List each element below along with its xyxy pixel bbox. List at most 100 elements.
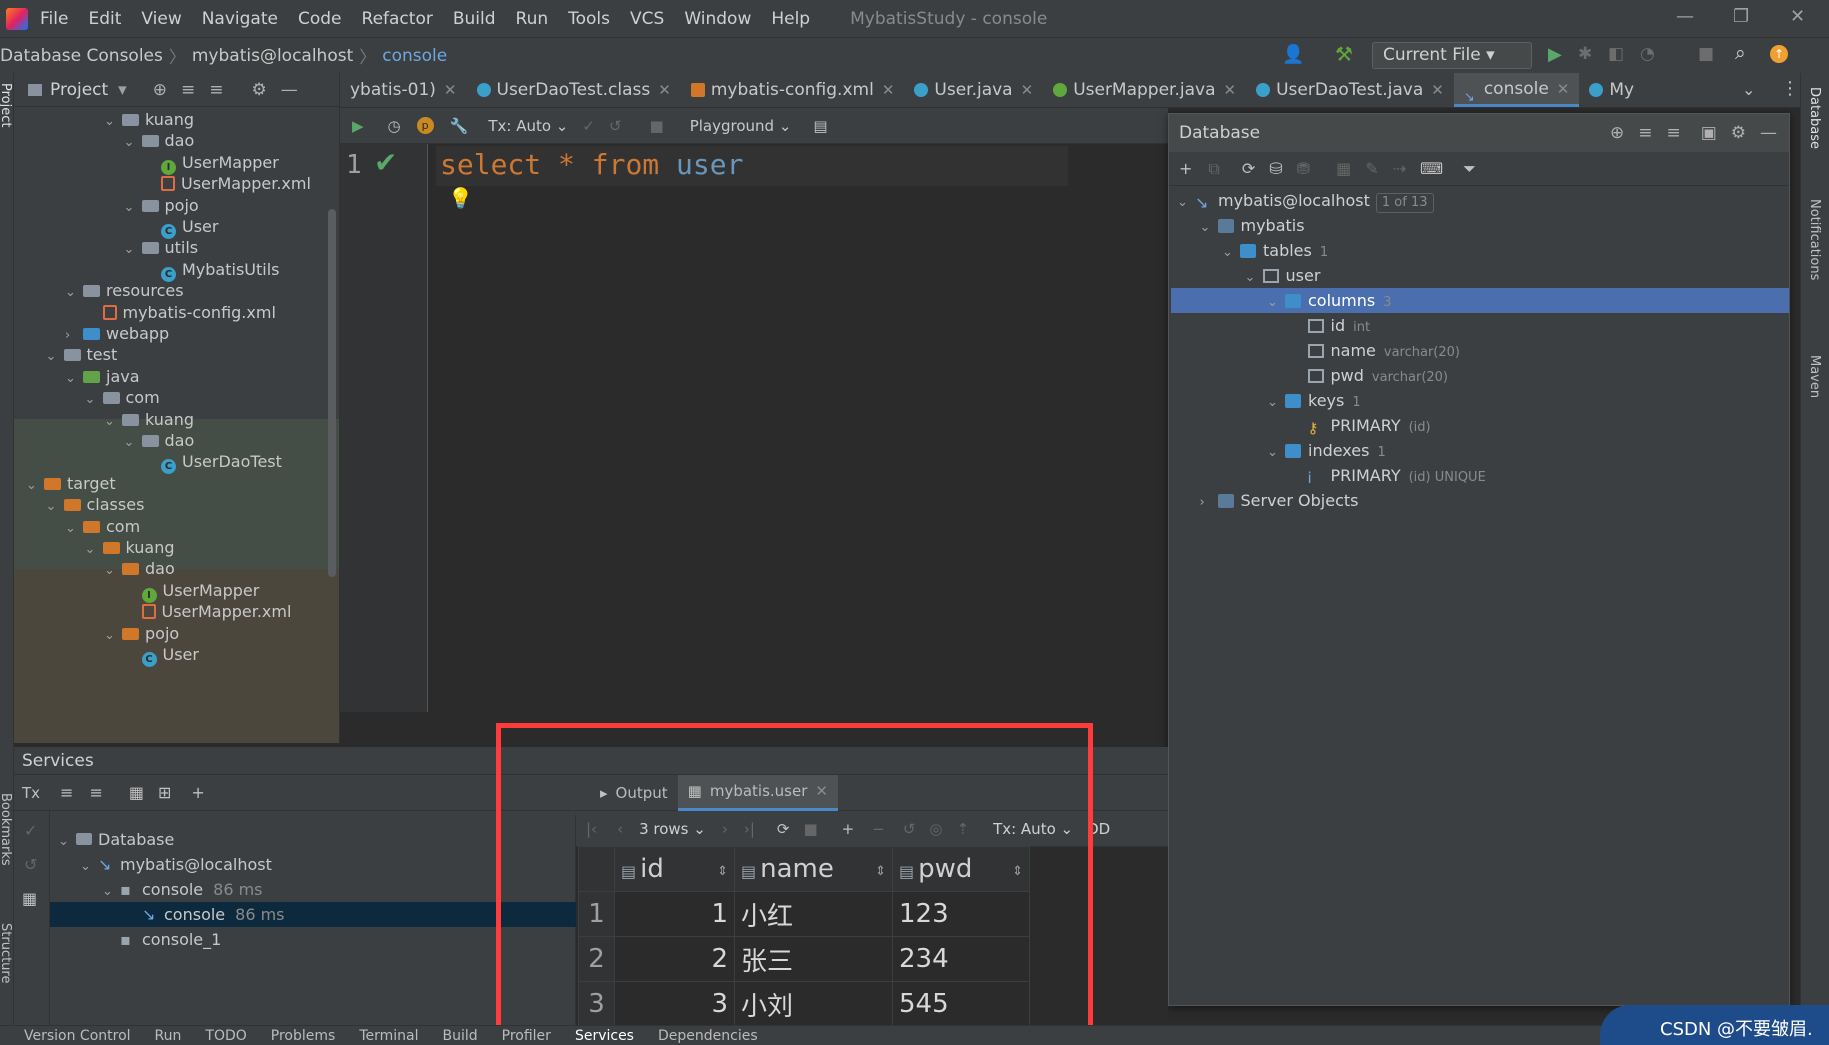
breadcrumb-datasource[interactable]: mybatis@localhost [192, 46, 353, 66]
debug-icon[interactable]: ✱ [1578, 44, 1592, 64]
menu-help[interactable]: Help [771, 9, 810, 29]
services-layout-icon[interactable]: ▦ [22, 889, 37, 908]
editor-tab[interactable]: mybatis-config.xml ✕ [681, 73, 905, 107]
chevron-icon[interactable]: ⌄ [124, 430, 142, 455]
db-locate-icon[interactable]: ⊕ [1610, 123, 1624, 143]
sql-editor[interactable]: 1 ✔ select * from user 💡 [340, 144, 1168, 712]
project-tool-label[interactable]: Project [0, 83, 13, 127]
chevron-icon[interactable]: › [1200, 490, 1218, 515]
services-group-icon[interactable]: ▦ [129, 783, 144, 802]
database-tree-item[interactable]: › Server Objects [1200, 488, 1359, 513]
database-tree-item[interactable]: id int [1290, 313, 1370, 338]
schemas-count-badge[interactable]: 1 of 13 [1375, 193, 1434, 213]
menu-code[interactable]: Code [298, 9, 342, 29]
expand-all-icon[interactable]: ≡ [181, 80, 195, 100]
chevron-icon[interactable]: ⌄ [80, 854, 98, 879]
collapse-all-icon[interactable]: ≡ [209, 80, 223, 100]
services-commit-icon[interactable]: ✓ [24, 821, 37, 840]
close-tab-icon[interactable]: ✕ [1431, 74, 1444, 106]
menu-file[interactable]: File [40, 9, 68, 29]
close-tab-icon[interactable]: ✕ [658, 74, 671, 106]
history-icon[interactable]: ◷ [388, 117, 401, 135]
close-tab-icon[interactable]: ✕ [1224, 74, 1237, 106]
chevron-icon[interactable]: ⌄ [104, 109, 122, 134]
sql-statement[interactable]: select * from user [440, 148, 743, 181]
database-tree-item[interactable]: i PRIMARY (id) UNIQUE [1290, 463, 1486, 488]
toolwindow-version-control[interactable]: Version Control [24, 1028, 131, 1044]
hide-panel-icon[interactable]: — [281, 80, 298, 100]
output-layout-icon[interactable]: ▤ [813, 117, 827, 135]
chevron-icon[interactable]: ⌄ [65, 280, 83, 305]
database-tree-item[interactable]: ⌄ mybatis [1200, 213, 1305, 238]
close-tab-icon[interactable]: ✕ [444, 74, 457, 106]
run-icon[interactable]: ▶ [1548, 44, 1562, 65]
chevron-icon[interactable]: ⌄ [1267, 390, 1285, 415]
chevron-icon[interactable]: ⌄ [65, 366, 83, 391]
db-hide-icon[interactable]: — [1760, 123, 1777, 143]
notifications-tool-label[interactable]: Notifications [1807, 199, 1822, 280]
menu-run[interactable]: Run [516, 9, 549, 29]
menu-vcs[interactable]: VCS [630, 9, 664, 29]
editor-tab[interactable]: ybatis-01) ✕ [340, 73, 467, 107]
db-filter-icon[interactable]: ⏷ [1463, 159, 1476, 179]
services-tree-item[interactable]: ▪ console_1 [102, 927, 221, 952]
breadcrumb-database-consoles[interactable]: Database Consoles [0, 46, 163, 66]
close-tab-icon[interactable]: ✕ [1021, 74, 1034, 106]
user-icon[interactable]: 👤 [1282, 44, 1304, 65]
services-tree-item[interactable]: ⌄ Database [58, 827, 174, 852]
menu-edit[interactable]: Edit [88, 9, 121, 29]
chevron-icon[interactable]: ⌄ [26, 473, 44, 498]
database-tree-item[interactable]: ⌄ keys 1 [1267, 388, 1361, 413]
chevron-icon[interactable]: ⌄ [124, 195, 142, 220]
build-hammer-icon[interactable]: ⚒ [1335, 42, 1353, 66]
menu-tools[interactable]: Tools [568, 9, 610, 29]
database-tree-item[interactable]: ⌄ tables 1 [1222, 238, 1328, 263]
project-tree-item[interactable]: C UserDaoTest [143, 449, 282, 475]
chevron-icon[interactable]: ⌄ [46, 494, 64, 519]
restore-icon[interactable]: ❐ [1733, 6, 1749, 27]
toolwindow-todo[interactable]: TODO [205, 1028, 246, 1044]
chevron-icon[interactable]: ⌄ [1200, 215, 1218, 240]
services-expand-icon[interactable]: ≡ [60, 783, 73, 802]
toolwindow-dependencies[interactable]: Dependencies [658, 1028, 758, 1044]
rollback-icon[interactable]: ↺ [609, 117, 622, 135]
db-settings-gear-icon[interactable]: ⚙ [1731, 123, 1746, 143]
chevron-icon[interactable]: ⌄ [1267, 290, 1285, 315]
database-tree-item[interactable]: ⌄ ↘ mybatis@localhost 1 of 13 [1177, 188, 1434, 213]
services-tree-item[interactable]: ⌄ ↘ mybatis@localhost [80, 852, 272, 877]
db-collapse-icon[interactable]: ≡ [1666, 123, 1680, 143]
chevron-icon[interactable]: ⌄ [85, 537, 103, 562]
commit-icon[interactable]: ✓ [582, 117, 595, 135]
db-jump-icon[interactable]: ⇢ [1393, 159, 1406, 178]
run-configuration-select[interactable]: Current File ▾ [1372, 42, 1532, 69]
project-panel-title[interactable]: Project [50, 80, 108, 100]
database-tree-item[interactable]: ⚷ PRIMARY (id) [1290, 413, 1431, 438]
cancel-statement-icon[interactable]: ■ [650, 117, 664, 135]
services-add-icon[interactable]: + [191, 783, 204, 802]
db-expand-icon[interactable]: ≡ [1638, 123, 1652, 143]
locate-icon[interactable]: ⊕ [153, 80, 167, 100]
chevron-icon[interactable]: ⌄ [104, 558, 122, 583]
chevron-icon[interactable]: ⌄ [1222, 240, 1240, 265]
chevron-icon[interactable]: ⌄ [124, 130, 142, 155]
database-tree-item[interactable]: ⌄ user [1245, 263, 1321, 288]
database-tree-item[interactable]: ⌄ indexes 1 [1267, 438, 1386, 463]
editor-tab[interactable]: UserDaoTest.java ✕ [1246, 73, 1454, 107]
project-tree-item[interactable]: C User [124, 642, 199, 667]
database-tool-label[interactable]: Database [1807, 87, 1822, 149]
db-table-icon[interactable]: ▦ [1336, 159, 1351, 178]
close-tab-icon[interactable]: ✕ [1557, 73, 1570, 105]
update-icon[interactable]: ↑ [1770, 45, 1788, 63]
services-rollback-icon[interactable]: ↺ [24, 855, 37, 874]
toolwindow-run[interactable]: Run [155, 1028, 182, 1044]
search-icon[interactable]: ⌕ [1735, 42, 1746, 64]
chevron-icon[interactable]: ⌄ [65, 516, 83, 541]
maven-tool-label[interactable]: Maven [1807, 355, 1822, 398]
menu-view[interactable]: View [141, 9, 181, 29]
db-schema-icon[interactable]: ⛁ [1269, 159, 1282, 178]
intention-bulb-icon[interactable]: 💡 [448, 186, 473, 210]
chevron-icon[interactable]: ⌄ [1267, 440, 1285, 465]
chevron-icon[interactable]: ⌄ [46, 344, 64, 369]
toolwindow-terminal[interactable]: Terminal [359, 1028, 418, 1044]
chevron-icon[interactable]: ⌄ [124, 237, 142, 262]
